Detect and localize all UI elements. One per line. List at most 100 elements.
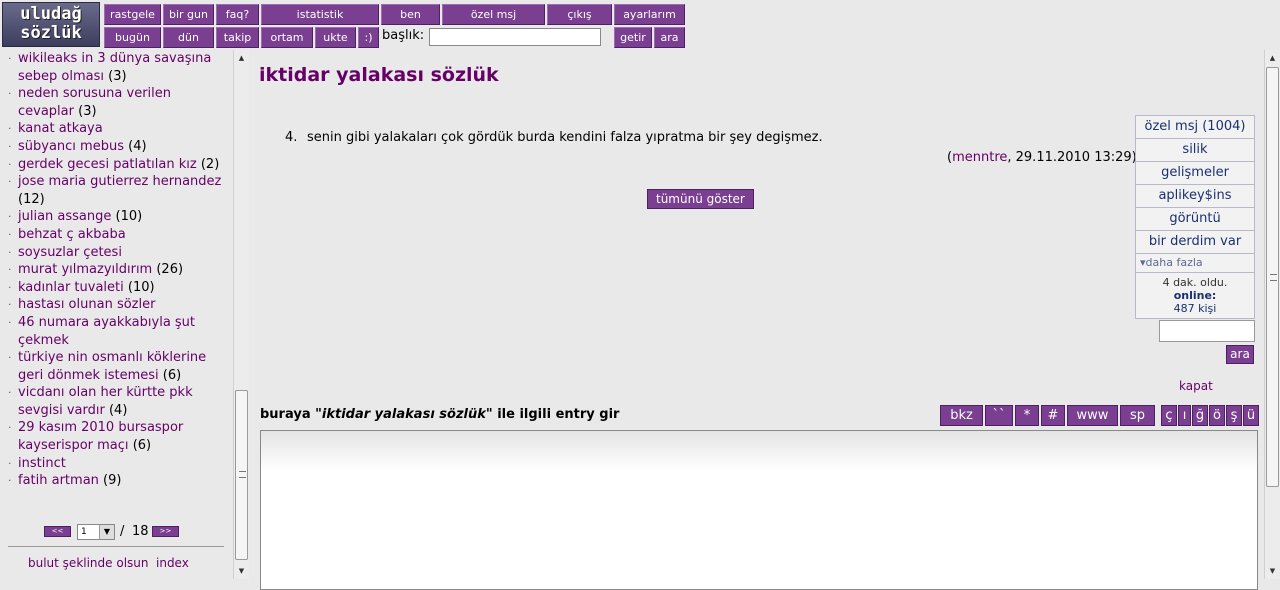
pager-total: 18: [132, 524, 149, 539]
menu-ozel-msj[interactable]: özel msj (1004): [1135, 115, 1255, 139]
pager-prev-button[interactable]: <<: [44, 526, 71, 537]
getir-button[interactable]: getir: [614, 27, 652, 48]
bullet-icon: ·: [8, 280, 12, 294]
bkz-button[interactable]: bkz: [940, 405, 983, 426]
page-scroll-up-icon[interactable]: ▲: [1265, 50, 1280, 66]
nav-ozel-msj-button[interactable]: özel msj: [442, 4, 545, 25]
ara-button[interactable]: ara: [654, 27, 685, 48]
nav-ben-button[interactable]: ben: [381, 4, 440, 25]
nav-bugun-button[interactable]: bugün: [104, 27, 161, 48]
topic-item: · neden sorusuna verilen cevaplar (3): [0, 85, 233, 120]
entry-number: 4.: [285, 130, 298, 145]
sidebar-scrollbar[interactable]: ▲ ▼: [233, 50, 249, 579]
bullet-icon: ·: [8, 210, 12, 224]
topic-item: · fatih artman (9): [0, 472, 233, 490]
nav-ayarlarim-button[interactable]: ayarlarım: [614, 4, 685, 25]
topic-link[interactable]: 46 numara ayakkabıyla şut çekmek: [18, 315, 195, 348]
bullet-icon: ·: [8, 245, 12, 259]
nav-takip-button[interactable]: takip: [216, 27, 259, 48]
topic-item: · behzat ç akbaba: [0, 226, 233, 244]
right-search-button[interactable]: ara: [1226, 345, 1254, 364]
nav-faq-button[interactable]: faq?: [216, 4, 259, 25]
nav-istatistik-button[interactable]: istatistik: [261, 4, 379, 25]
topic-item: · julian assange (10): [0, 208, 233, 226]
char-s-button[interactable]: ş: [1226, 405, 1242, 426]
nav-cikis-button[interactable]: çıkış: [547, 4, 612, 25]
menu-bir-derdim-var[interactable]: bir derdim var: [1135, 231, 1255, 254]
nav-smiley-button[interactable]: :): [358, 27, 379, 48]
topic-link[interactable]: behzat ç akbaba: [18, 227, 126, 242]
topic-link[interactable]: soysuzlar çetesi: [18, 245, 122, 260]
topic-count: (26): [156, 262, 184, 278]
daha-fazla-toggle[interactable]: ▾daha fazla: [1135, 254, 1255, 273]
chevron-down-icon[interactable]: ▼: [99, 525, 114, 539]
baslik-input[interactable]: [429, 28, 601, 46]
char-o-button[interactable]: ö: [1209, 405, 1225, 426]
scroll-up-arrow-icon[interactable]: ▲: [234, 50, 249, 66]
topic-count: (3): [78, 103, 97, 119]
menu-aplikeysins[interactable]: aplikey$ins: [1135, 185, 1255, 208]
topic-link[interactable]: 29 kasım 2010 bursaspor kayserispor maçı: [18, 420, 183, 453]
sidebar-scroll-thumb[interactable]: [235, 390, 248, 560]
nav-dun-button[interactable]: dün: [163, 27, 214, 48]
bullet-icon: ·: [8, 87, 12, 101]
topic-link[interactable]: murat yılmazyıldırım: [18, 262, 152, 277]
topic-link[interactable]: jose maria gutierrez hernandez: [18, 174, 221, 189]
right-search-input[interactable]: [1159, 320, 1255, 342]
bullet-icon: ·: [8, 52, 12, 65]
page-scrollbar[interactable]: ▲ ▼: [1264, 50, 1280, 579]
bullet-icon: ·: [8, 263, 12, 277]
menu-silik[interactable]: silik: [1135, 139, 1255, 162]
scroll-down-arrow-icon[interactable]: ▼: [234, 563, 249, 579]
topic-link[interactable]: kanat atkaya: [18, 121, 103, 136]
index-link[interactable]: index: [156, 556, 189, 570]
char-g-button[interactable]: ğ: [1192, 405, 1208, 426]
topic-link[interactable]: fatih artman: [18, 473, 99, 488]
sp-button[interactable]: sp: [1120, 405, 1155, 426]
topic-link[interactable]: sübyancı mebus: [18, 139, 124, 154]
star-button[interactable]: *: [1015, 405, 1039, 426]
show-all-button[interactable]: tümünü göster: [647, 189, 754, 209]
backtick-button[interactable]: ``: [985, 405, 1013, 426]
kapat-link[interactable]: kapat: [1179, 379, 1213, 393]
topic-link[interactable]: hastası olunan sözler: [18, 297, 155, 312]
nav-ukte-button[interactable]: ukte: [315, 27, 356, 48]
page-scroll-thumb[interactable]: [1266, 67, 1279, 487]
topic-count: (6): [132, 438, 152, 454]
topic-item: · murat yılmazyıldırım (26): [0, 261, 233, 279]
nav-bir-gun-button[interactable]: bir gun: [163, 4, 214, 25]
menu-goruntu[interactable]: görüntü: [1135, 208, 1255, 231]
entry-author-link[interactable]: menntre: [952, 150, 1007, 165]
entry-editor[interactable]: [260, 430, 1258, 590]
bullet-icon: ·: [8, 298, 12, 312]
entry-date: , 29.11.2010 13:29): [1007, 150, 1137, 165]
www-button[interactable]: www: [1067, 405, 1118, 426]
hash-button[interactable]: #: [1041, 405, 1065, 426]
topic-count: (10): [115, 209, 143, 225]
nav-ortam-button[interactable]: ortam: [261, 27, 313, 48]
char-c-button[interactable]: ç: [1161, 405, 1177, 426]
page-scroll-down-icon[interactable]: ▼: [1265, 563, 1280, 579]
topic-item: · sübyancı mebus (4): [0, 138, 233, 156]
bullet-icon: ·: [8, 227, 12, 241]
topic-count: (3): [108, 68, 127, 84]
topic-link[interactable]: julian assange: [18, 209, 111, 224]
topic-link[interactable]: instinct: [18, 456, 66, 471]
topic-count: (2): [200, 156, 220, 172]
topic-link[interactable]: kadınlar tuvaleti: [18, 280, 124, 295]
nav-rastgele-button[interactable]: rastgele: [104, 4, 161, 25]
bulut-link[interactable]: bulut şeklinde olsun: [28, 556, 149, 570]
char-u-button[interactable]: ü: [1243, 405, 1259, 426]
pager-next-button[interactable]: >>: [152, 526, 179, 537]
site-logo[interactable]: uludağ sözlük: [2, 2, 100, 47]
topic-item: · türkiye nin osmanlı köklerine geri dönm…: [0, 349, 233, 384]
bullet-icon: ·: [8, 421, 12, 435]
online-count[interactable]: 487 kişi: [1136, 302, 1254, 315]
topic-link[interactable]: vicdanı olan her kürtte pkk sevgisi vard…: [18, 385, 193, 418]
topic-count: (4): [108, 402, 128, 418]
menu-gelismeler[interactable]: gelişmeler: [1135, 162, 1255, 185]
page-select[interactable]: 1 ▼: [77, 524, 115, 540]
page-title[interactable]: iktidar yalakası sözlük: [259, 64, 499, 86]
char-i-button[interactable]: ı: [1178, 405, 1191, 426]
topic-link[interactable]: gerdek gecesi patlatılan kız: [18, 157, 197, 172]
